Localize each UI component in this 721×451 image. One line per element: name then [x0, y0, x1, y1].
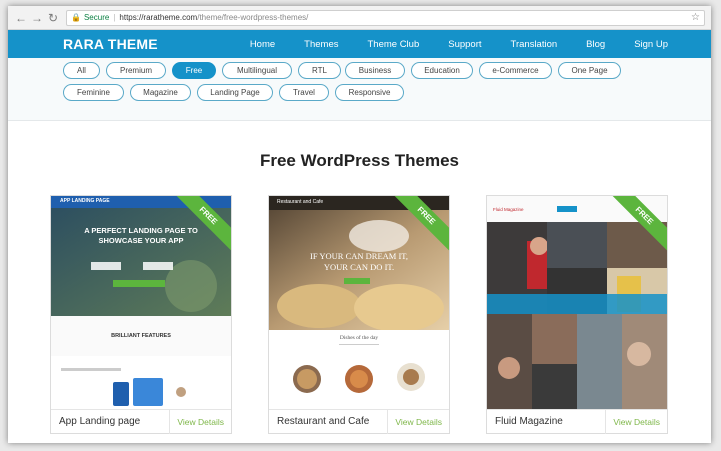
bookmark-star-icon[interactable]: ☆	[691, 12, 700, 23]
filter-premium[interactable]: Premium	[106, 62, 166, 79]
preview-brand: APP LANDING PAGE	[60, 198, 110, 204]
card-footer: App Landing page View Details	[51, 409, 231, 434]
restaurant-preview-image	[269, 196, 449, 409]
url-path: /theme/free-wordpress-themes/	[197, 13, 309, 22]
forward-arrow-icon[interactable]: →	[30, 11, 44, 25]
preview-headline-line2: SHOWCASE YOUR APP	[98, 236, 184, 245]
filter-magazine[interactable]: Magazine	[130, 84, 191, 101]
theme-card-app-landing[interactable]: APP LANDING PAGE A PERFECT LANDING PAGE …	[50, 195, 232, 434]
card-footer: Restaurant and Cafe View Details	[269, 409, 449, 434]
url-text: https://raratheme.com/theme/free-wordpre…	[119, 13, 308, 22]
lock-icon: 🔒	[71, 13, 81, 22]
browser-window: ← → ↻ 🔒 Secure | https://raratheme.com/t…	[8, 6, 711, 443]
menu-item-sign-up[interactable]: Sign Up	[634, 39, 668, 50]
theme-title[interactable]: App Landing page	[51, 416, 140, 427]
preview-headline-line1: A PERFECT LANDING PAGE TO	[84, 226, 198, 235]
filter-row-2: Feminine Magazine Landing Page Travel Re…	[8, 84, 711, 106]
menu-item-support[interactable]: Support	[448, 39, 481, 50]
back-arrow-icon[interactable]: ←	[14, 11, 28, 25]
filter-rtl[interactable]: RTL	[298, 62, 341, 79]
filter-feminine[interactable]: Feminine	[63, 84, 124, 101]
filter-travel[interactable]: Travel	[279, 84, 329, 101]
theme-preview-app-landing[interactable]: APP LANDING PAGE A PERFECT LANDING PAGE …	[51, 196, 231, 409]
theme-title[interactable]: Fluid Magazine	[487, 416, 563, 427]
fluid-magazine-preview-image	[487, 196, 667, 409]
filter-one-page[interactable]: One Page	[558, 62, 621, 79]
filter-education[interactable]: Education	[411, 62, 473, 79]
filter-multilingual[interactable]: Multilingual	[222, 62, 292, 79]
preview-headline-line1: IF YOUR CAN DREAM IT,	[310, 251, 408, 261]
address-separator: |	[113, 13, 116, 22]
main-menu: Home Themes Theme Club Support Translati…	[250, 39, 668, 50]
filter-landing-page[interactable]: Landing Page	[197, 84, 273, 101]
filter-responsive[interactable]: Responsive	[335, 84, 404, 101]
view-details-link[interactable]: View Details	[605, 409, 667, 434]
menu-item-theme-club[interactable]: Theme Club	[367, 39, 419, 50]
theme-title[interactable]: Restaurant and Cafe	[269, 416, 369, 427]
address-bar[interactable]: 🔒 Secure | https://raratheme.com/theme/f…	[66, 9, 705, 26]
preview-brand: Fluid Magazine	[493, 207, 524, 212]
menu-item-themes[interactable]: Themes	[304, 39, 338, 50]
theme-card-restaurant-cafe[interactable]: Restaurant and Cafe IF YOUR CAN DREAM IT…	[268, 195, 450, 434]
view-details-link[interactable]: View Details	[387, 409, 449, 434]
menu-item-blog[interactable]: Blog	[586, 39, 605, 50]
filter-ecommerce[interactable]: e-Commerce	[479, 62, 552, 79]
filter-all[interactable]: All	[63, 62, 100, 79]
reload-icon[interactable]: ↻	[46, 11, 60, 25]
theme-preview-fluid-magazine[interactable]: Fluid Magazine FREE	[487, 196, 667, 409]
filter-free[interactable]: Free	[172, 62, 216, 79]
preview-brand: Restaurant and Cafe	[277, 199, 324, 205]
menu-item-home[interactable]: Home	[250, 39, 275, 50]
filter-row-1: All Premium Free Multilingual RTL Busine…	[8, 62, 711, 84]
site-logo[interactable]: RARA THEME	[63, 36, 158, 52]
menu-item-translation[interactable]: Translation	[511, 39, 558, 50]
secure-label: Secure	[83, 13, 110, 22]
preview-features-heading: BRILLIANT FEATURES	[111, 333, 171, 339]
page-heading: Free WordPress Themes	[259, 151, 460, 170]
category-filters: All Premium Free Multilingual RTL Busine…	[8, 58, 711, 121]
view-details-link[interactable]: View Details	[169, 409, 231, 434]
preview-headline-line2: YOUR CAN DO IT.	[323, 262, 395, 272]
filter-business[interactable]: Business	[345, 62, 405, 79]
site-header: RARA THEME Home Themes Theme Club Suppor…	[8, 30, 711, 58]
url-host: https://raratheme.com	[119, 13, 198, 22]
theme-preview-restaurant-cafe[interactable]: Restaurant and Cafe IF YOUR CAN DREAM IT…	[269, 196, 449, 409]
preview-dishes-heading: Dishes of the day	[339, 335, 379, 341]
theme-card-fluid-magazine[interactable]: Fluid Magazine FREE Fluid Magazine View …	[486, 195, 668, 434]
card-footer: Fluid Magazine View Details	[487, 409, 667, 434]
browser-toolbar: ← → ↻ 🔒 Secure | https://raratheme.com/t…	[8, 6, 711, 30]
